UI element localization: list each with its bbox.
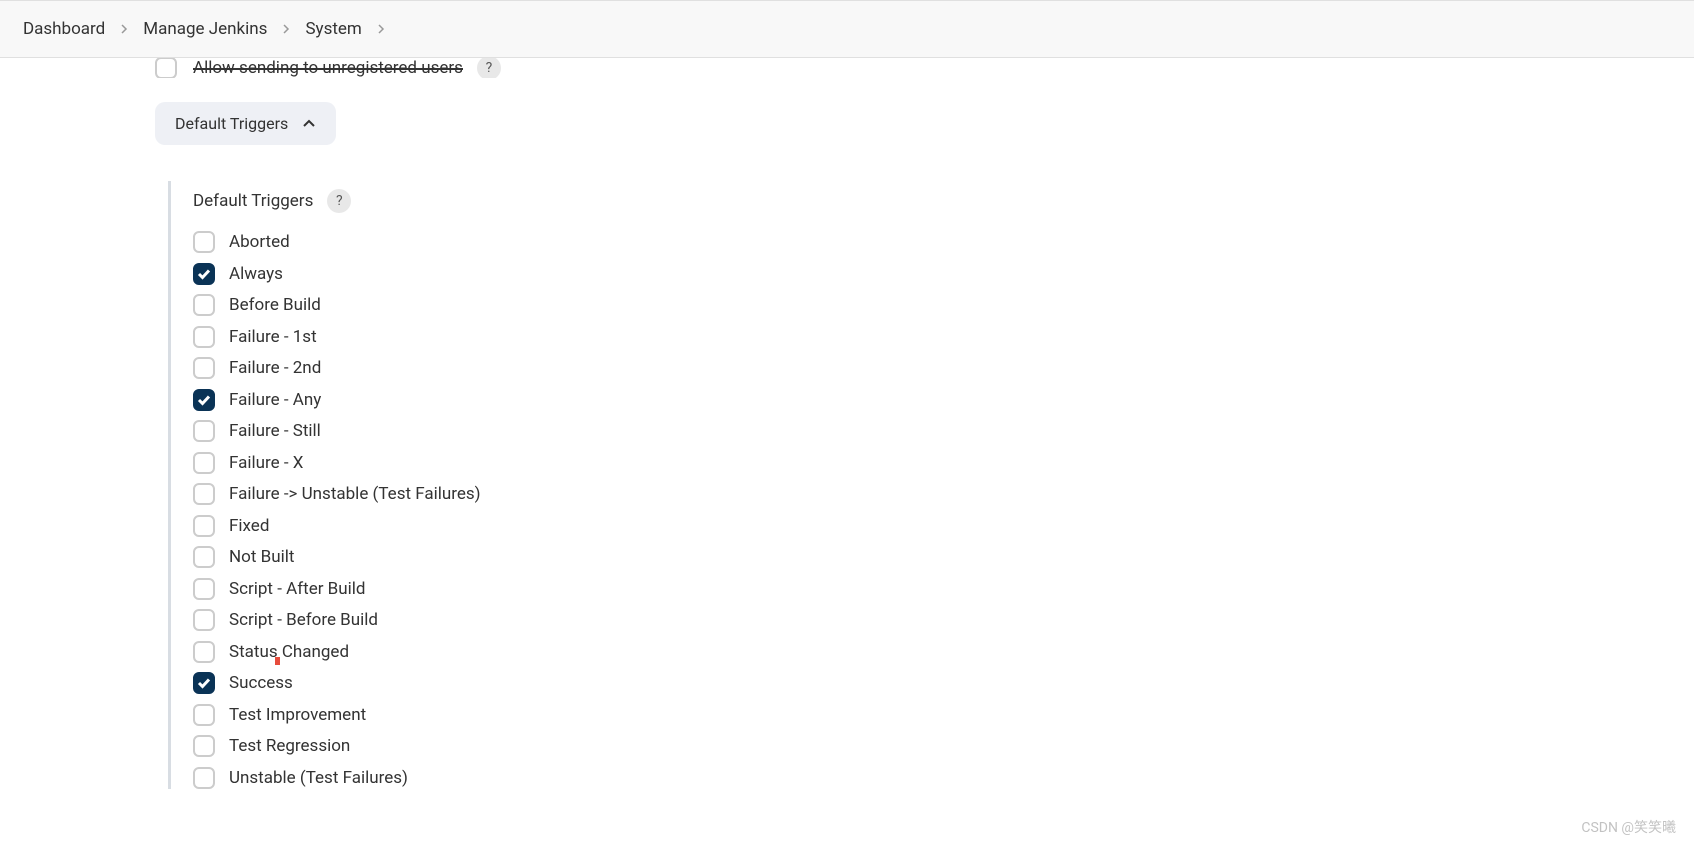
trigger-row[interactable]: Test Improvement — [193, 704, 1694, 726]
trigger-row[interactable]: Aborted — [193, 231, 1694, 253]
chevron-right-icon — [119, 24, 129, 34]
trigger-label: Before Build — [229, 295, 321, 315]
trigger-label: Failure - X — [229, 453, 303, 473]
trigger-row[interactable]: Fixed — [193, 515, 1694, 537]
trigger-checkbox[interactable] — [193, 483, 215, 505]
trigger-row[interactable]: Script - After Build — [193, 578, 1694, 600]
trigger-checkbox[interactable] — [193, 326, 215, 348]
red-cursor-mark — [275, 657, 280, 665]
trigger-checkbox[interactable] — [193, 767, 215, 789]
trigger-label: Failure - 1st — [229, 327, 317, 347]
chevron-up-icon — [302, 114, 316, 133]
trigger-row[interactable]: Before Build — [193, 294, 1694, 316]
help-icon[interactable]: ? — [477, 58, 501, 78]
allow-sending-row[interactable]: Allow sending to unregistered users ? — [155, 58, 1694, 78]
trigger-checkbox[interactable] — [193, 578, 215, 600]
allow-sending-checkbox[interactable] — [155, 58, 177, 78]
trigger-label: Failure -> Unstable (Test Failures) — [229, 484, 481, 504]
section-title: Default Triggers — [193, 191, 313, 211]
trigger-checkbox[interactable] — [193, 735, 215, 757]
allow-sending-label: Allow sending to unregistered users — [193, 58, 463, 78]
help-icon[interactable]: ? — [327, 189, 351, 213]
trigger-row[interactable]: Failure - 2nd — [193, 357, 1694, 379]
trigger-list: Aborted Always Before Build Failure - 1st Fa… — [193, 231, 1694, 789]
breadcrumb-manage-jenkins[interactable]: Manage Jenkins — [137, 15, 273, 43]
breadcrumb-system[interactable]: System — [299, 15, 367, 43]
trigger-checkbox[interactable] — [193, 294, 215, 316]
trigger-row[interactable]: Status Changed — [193, 641, 1694, 663]
trigger-label: Always — [229, 264, 283, 284]
trigger-checkbox[interactable] — [193, 672, 215, 694]
chevron-right-icon — [376, 24, 386, 34]
trigger-checkbox[interactable] — [193, 641, 215, 663]
trigger-row[interactable]: Not Built — [193, 546, 1694, 568]
trigger-row[interactable]: Failure - Any — [193, 389, 1694, 411]
content-area: Allow sending to unregistered users ? De… — [0, 58, 1694, 789]
watermark: CSDN @笑笑曦 — [1581, 817, 1676, 837]
trigger-label: Test Regression — [229, 736, 350, 756]
trigger-label: Failure - 2nd — [229, 358, 321, 378]
trigger-checkbox[interactable] — [193, 546, 215, 568]
trigger-row[interactable]: Failure - Still — [193, 420, 1694, 442]
trigger-checkbox[interactable] — [193, 231, 215, 253]
trigger-checkbox[interactable] — [193, 704, 215, 726]
trigger-label: Unstable (Test Failures) — [229, 768, 408, 788]
trigger-checkbox[interactable] — [193, 452, 215, 474]
trigger-row[interactable]: Script - Before Build — [193, 609, 1694, 631]
trigger-label: Status Changed — [229, 642, 349, 662]
trigger-label: Not Built — [229, 547, 294, 567]
default-triggers-section: Default Triggers ? Aborted Always Before B… — [168, 181, 1694, 789]
trigger-checkbox[interactable] — [193, 420, 215, 442]
collapse-label: Default Triggers — [175, 114, 288, 133]
trigger-checkbox[interactable] — [193, 357, 215, 379]
trigger-label: Failure - Any — [229, 390, 321, 410]
trigger-row[interactable]: Success — [193, 672, 1694, 694]
trigger-label: Test Improvement — [229, 705, 366, 725]
trigger-row[interactable]: Always — [193, 263, 1694, 285]
trigger-checkbox[interactable] — [193, 515, 215, 537]
default-triggers-toggle[interactable]: Default Triggers — [155, 102, 336, 145]
trigger-checkbox[interactable] — [193, 263, 215, 285]
trigger-checkbox[interactable] — [193, 609, 215, 631]
trigger-label: Script - After Build — [229, 579, 366, 599]
trigger-row[interactable]: Unstable (Test Failures) — [193, 767, 1694, 789]
chevron-right-icon — [281, 24, 291, 34]
trigger-label: Failure - Still — [229, 421, 321, 441]
trigger-row[interactable]: Test Regression — [193, 735, 1694, 757]
trigger-row[interactable]: Failure -> Unstable (Test Failures) — [193, 483, 1694, 505]
trigger-row[interactable]: Failure - X — [193, 452, 1694, 474]
breadcrumb-dashboard[interactable]: Dashboard — [17, 15, 111, 43]
trigger-label: Script - Before Build — [229, 610, 378, 630]
trigger-label: Fixed — [229, 516, 269, 536]
trigger-label: Success — [229, 673, 293, 693]
breadcrumb-bar: Dashboard Manage Jenkins System — [0, 0, 1694, 58]
trigger-label: Aborted — [229, 232, 290, 252]
trigger-row[interactable]: Failure - 1st — [193, 326, 1694, 348]
trigger-checkbox[interactable] — [193, 389, 215, 411]
section-header: Default Triggers ? — [193, 189, 1694, 213]
